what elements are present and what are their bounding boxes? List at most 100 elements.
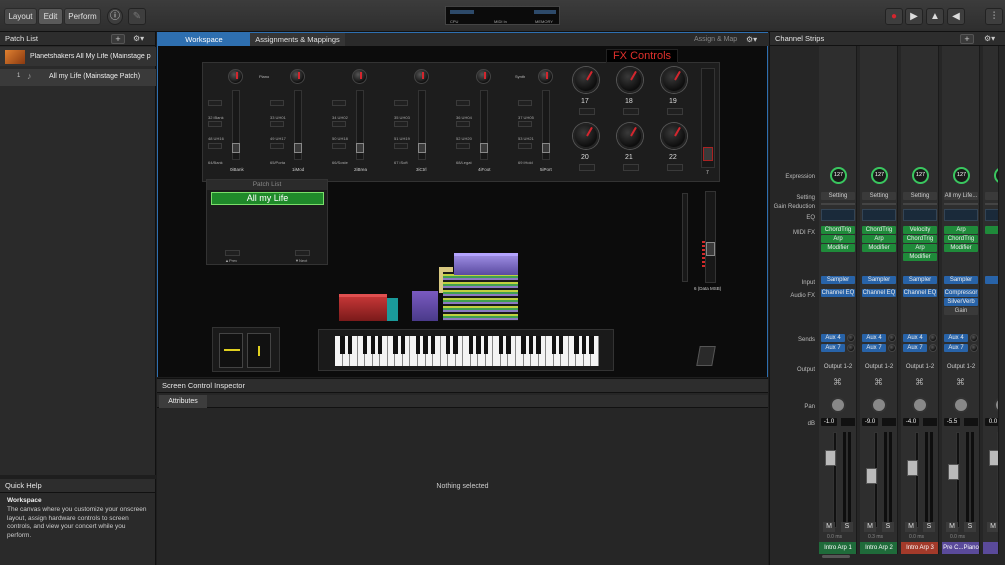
black-key[interactable] bbox=[574, 336, 579, 354]
eq-thumbnail[interactable] bbox=[944, 209, 978, 221]
midi-fx-slot[interactable]: ChordTrig bbox=[903, 235, 937, 243]
strip-button-b[interactable] bbox=[208, 121, 222, 127]
strip-button-a[interactable] bbox=[518, 100, 532, 106]
gear-icon[interactable]: ⚙▾ bbox=[133, 34, 144, 43]
metronome-icon[interactable]: ▲ bbox=[926, 8, 944, 25]
midi-fx-slot[interactable]: Velocity bbox=[903, 226, 937, 234]
send-knob[interactable] bbox=[888, 344, 896, 352]
fx-knob-button[interactable] bbox=[667, 108, 683, 115]
strip-button-a[interactable] bbox=[332, 100, 346, 106]
link-icon[interactable]: ⌘ bbox=[956, 377, 966, 387]
black-key[interactable] bbox=[468, 336, 473, 354]
mixer-icon[interactable]: ⫶ bbox=[985, 8, 1003, 25]
black-key[interactable] bbox=[453, 336, 458, 354]
tab-workspace[interactable]: Workspace bbox=[158, 33, 250, 46]
midi-fx-slot[interactable]: ChordTrig bbox=[821, 226, 855, 234]
strip-knob[interactable] bbox=[414, 69, 429, 84]
strip-fader[interactable] bbox=[542, 90, 550, 160]
input-slot[interactable]: Sampler bbox=[862, 276, 896, 284]
black-key[interactable] bbox=[581, 336, 587, 354]
strip-button-c[interactable] bbox=[518, 143, 532, 149]
midi-fx-slot[interactable]: Arp bbox=[821, 235, 855, 243]
fx-knob-button[interactable] bbox=[667, 164, 683, 171]
eq-thumbnail[interactable] bbox=[985, 209, 998, 221]
channel-name[interactable] bbox=[983, 542, 998, 554]
strip-button-b[interactable] bbox=[270, 121, 284, 127]
solo-button[interactable]: S bbox=[923, 522, 935, 532]
black-key[interactable] bbox=[423, 336, 428, 354]
black-key[interactable] bbox=[559, 336, 564, 354]
black-key[interactable] bbox=[551, 336, 556, 354]
strip-knob[interactable] bbox=[352, 69, 367, 84]
send-slot[interactable]: Aux 4 bbox=[903, 334, 927, 342]
strip-fader-cap[interactable] bbox=[542, 143, 550, 153]
input-slot[interactable]: Sampler bbox=[903, 276, 937, 284]
strip-button-a[interactable] bbox=[270, 100, 284, 106]
strip-button-b[interactable] bbox=[456, 121, 470, 127]
input-slot[interactable]: Ul bbox=[985, 276, 998, 284]
add-patch-button[interactable]: + bbox=[111, 34, 125, 44]
strip-fader[interactable] bbox=[480, 90, 488, 160]
strip-button-c[interactable] bbox=[456, 143, 470, 149]
mute-button[interactable]: M bbox=[864, 522, 876, 532]
current-patch[interactable]: All my Life bbox=[211, 192, 324, 205]
setting-button[interactable]: Setting bbox=[903, 192, 937, 200]
send-slot[interactable]: Aux 4 bbox=[944, 334, 968, 342]
black-key[interactable] bbox=[347, 336, 353, 354]
info-icon[interactable]: ⓘ bbox=[107, 8, 123, 25]
solo-button[interactable]: S bbox=[841, 522, 853, 532]
fader-seven[interactable] bbox=[701, 68, 715, 168]
mute-button[interactable]: M bbox=[905, 522, 917, 532]
solo-button[interactable]: S bbox=[964, 522, 976, 532]
strip-button-a[interactable] bbox=[394, 100, 408, 106]
volume-fader-cap[interactable] bbox=[907, 460, 918, 476]
play-icon[interactable]: ▶ bbox=[905, 8, 923, 25]
audio-fx-slot[interactable]: Channel EQ bbox=[821, 289, 855, 297]
tab-attributes[interactable]: Attributes bbox=[159, 395, 207, 408]
strip-button-c[interactable] bbox=[208, 143, 222, 149]
fx-knob[interactable] bbox=[573, 67, 599, 93]
pitch-wheel[interactable] bbox=[219, 333, 243, 368]
edit-button[interactable]: Edit bbox=[38, 8, 63, 25]
volume-fader-track[interactable] bbox=[997, 432, 998, 528]
audio-fx-slot[interactable]: Channel EQ bbox=[862, 289, 896, 297]
volume-fader-cap[interactable] bbox=[989, 450, 998, 466]
midi-fx-slot[interactable]: Ch bbox=[985, 226, 998, 234]
send-slot[interactable]: Aux 7 bbox=[821, 344, 845, 352]
link-icon[interactable]: ⌘ bbox=[833, 377, 843, 387]
volume-fader-track[interactable] bbox=[833, 432, 837, 528]
strip-fader-cap[interactable] bbox=[294, 143, 302, 153]
output-slot[interactable] bbox=[985, 363, 998, 371]
fx-knob[interactable] bbox=[573, 123, 599, 149]
black-key[interactable] bbox=[521, 336, 526, 354]
send-slot[interactable]: Aux 7 bbox=[944, 344, 968, 352]
setting-button[interactable] bbox=[985, 192, 998, 200]
strip-fader-cap[interactable] bbox=[356, 143, 364, 153]
send-knob[interactable] bbox=[929, 334, 937, 342]
expression-knob[interactable]: 127 bbox=[953, 167, 970, 184]
send-slot[interactable]: Aux 7 bbox=[862, 344, 886, 352]
fx-knob[interactable] bbox=[661, 67, 687, 93]
fx-knob-button[interactable] bbox=[623, 108, 639, 115]
expression-knob[interactable]: 127 bbox=[912, 167, 929, 184]
channel-gear-icon[interactable]: ⚙▾ bbox=[984, 34, 995, 43]
eq-thumbnail[interactable] bbox=[862, 209, 896, 221]
output-slot[interactable]: Output 1-2 bbox=[821, 363, 855, 371]
fx-knob[interactable] bbox=[661, 123, 687, 149]
concert-row[interactable]: Planetshakers All My Life (Mainstage p bbox=[0, 47, 156, 66]
strip-fader[interactable] bbox=[232, 90, 240, 160]
black-key[interactable] bbox=[483, 336, 489, 354]
midi-fx-slot[interactable]: ChordTrig bbox=[862, 226, 896, 234]
input-slot[interactable]: Sampler bbox=[821, 276, 855, 284]
black-key[interactable] bbox=[340, 336, 345, 354]
channel-name[interactable]: Intro Arp 1 bbox=[819, 542, 856, 554]
strip-button-b[interactable] bbox=[394, 121, 408, 127]
strip-knob[interactable] bbox=[290, 69, 305, 84]
instrument-block-purple[interactable] bbox=[454, 253, 518, 275]
strip-fader[interactable] bbox=[356, 90, 364, 160]
link-icon[interactable]: ⌘ bbox=[997, 377, 998, 387]
send-knob[interactable] bbox=[970, 334, 978, 342]
setting-button[interactable]: Setting bbox=[821, 192, 855, 200]
midi-fx-slot[interactable]: Modifier bbox=[944, 244, 978, 252]
black-key[interactable] bbox=[536, 336, 541, 354]
